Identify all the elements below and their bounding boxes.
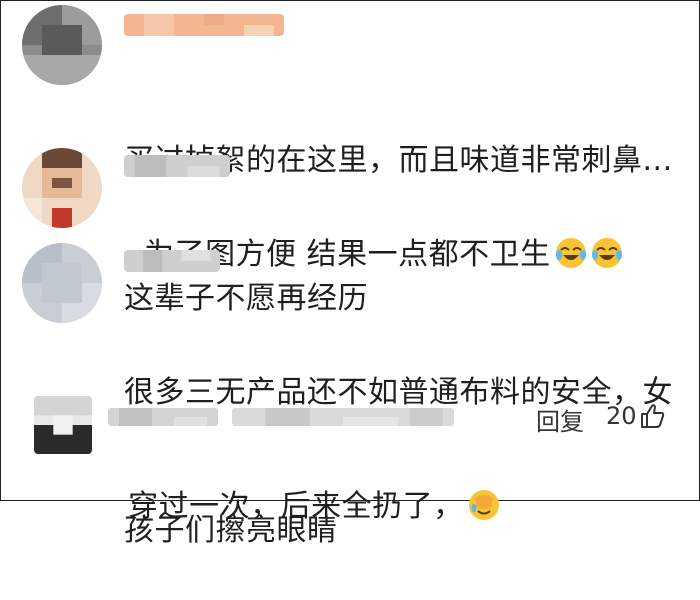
laughing-crying-emoji	[591, 238, 622, 268]
comment-timestamp	[232, 408, 454, 426]
reply-text: 穿过一次，后来全扔了，	[108, 438, 668, 530]
user-name[interactable]	[124, 14, 284, 36]
user-avatar[interactable]	[34, 396, 92, 454]
user-name[interactable]	[124, 155, 230, 177]
user-avatar[interactable]	[22, 5, 102, 85]
thumbs-up-icon[interactable]	[638, 402, 666, 430]
user-avatar[interactable]	[22, 148, 102, 228]
like-count: 20	[606, 402, 637, 430]
user-name[interactable]	[124, 250, 220, 272]
user-name[interactable]	[108, 408, 218, 426]
reply-button[interactable]: 回复	[536, 402, 584, 437]
comment-line: 穿过一次，后来全扔了，	[128, 489, 464, 524]
user-avatar[interactable]	[22, 243, 102, 323]
facepalm-emoji	[468, 490, 499, 520]
laughing-crying-emoji	[555, 238, 586, 268]
